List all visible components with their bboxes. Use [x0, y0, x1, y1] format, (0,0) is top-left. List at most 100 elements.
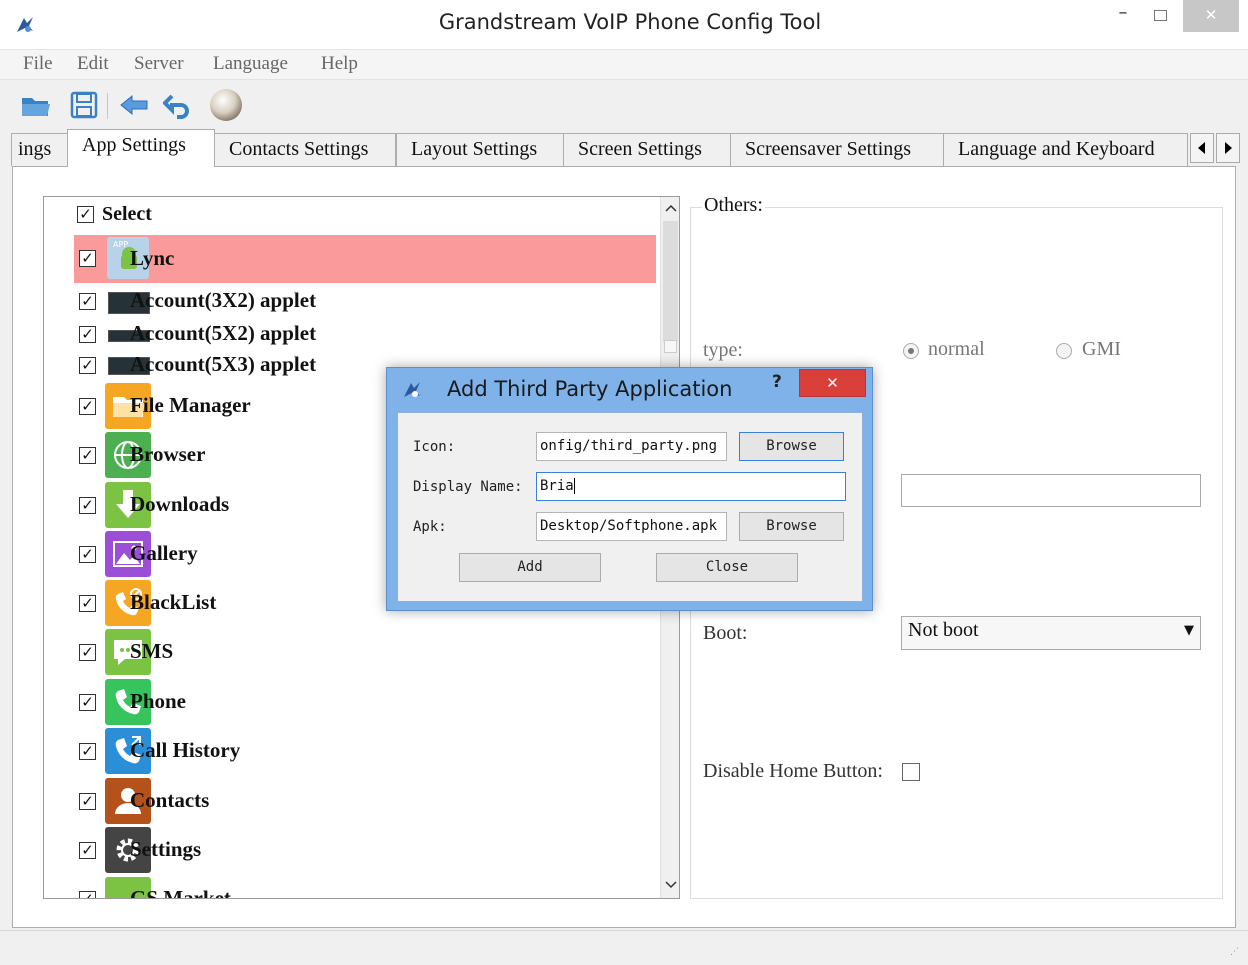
text-field[interactable]	[901, 474, 1201, 507]
tab-screen-settings[interactable]: Screen Settings	[563, 133, 731, 166]
display-name-input[interactable]: Bria	[536, 472, 846, 501]
phone-checkbox[interactable]: ✓	[79, 694, 96, 711]
contacts-checkbox[interactable]: ✓	[79, 793, 96, 810]
tab-app-settings[interactable]: App Settings	[67, 129, 215, 167]
tab-contacts-settings[interactable]: Contacts Settings	[214, 133, 396, 166]
status-bar: ⋰	[0, 930, 1248, 965]
tab-language-keyboard[interactable]: Language and Keyboard	[943, 133, 1188, 166]
list-item-label: SMS	[130, 639, 174, 663]
dialog-app-icon	[404, 382, 420, 397]
toolbar-separator	[107, 93, 108, 119]
gs-market-checkbox[interactable]: ✓	[79, 891, 96, 898]
settings-checkbox[interactable]: ✓	[79, 842, 96, 859]
menu-bar: File Edit Server Language Help	[0, 50, 1248, 80]
display-name-value: Bria	[540, 478, 574, 494]
icon-browse-button[interactable]: Browse	[739, 432, 844, 461]
maximize-button[interactable]	[1148, 6, 1172, 26]
type-gmi-label: GMI	[1082, 338, 1121, 360]
blacklist-checkbox[interactable]: ✓	[79, 595, 96, 612]
boot-label: Boot:	[703, 622, 748, 644]
add-button[interactable]: Add	[459, 553, 601, 582]
boot-select[interactable]: Not boot ▼	[901, 616, 1201, 650]
list-item-label: Contacts	[130, 788, 210, 812]
applet-5x2-checkbox[interactable]: ✓	[79, 326, 96, 343]
apk-path-input[interactable]: Desktop/Softphone.apk	[536, 512, 727, 541]
list-item-label: Downloads	[130, 492, 230, 516]
browser-checkbox[interactable]: ✓	[79, 447, 96, 464]
select-all-label: Select	[102, 203, 152, 225]
scrollbar-grip	[664, 340, 677, 353]
type-normal-radio[interactable]	[903, 343, 919, 359]
tab-bar: ings App Settings Contacts Settings Layo…	[0, 129, 1248, 167]
scroll-up-icon[interactable]	[665, 203, 677, 213]
icon-path-value: onfig/third_party.png	[540, 438, 718, 454]
dialog-close-button[interactable]: ✕	[799, 369, 866, 397]
tab-scroll-left-button[interactable]	[1190, 133, 1214, 163]
list-item-label: Account(5X2) applet	[130, 321, 317, 345]
disable-home-checkbox[interactable]	[902, 763, 920, 781]
list-item-label: Settings	[130, 837, 202, 861]
close-button[interactable]: ✕	[1183, 0, 1239, 32]
dialog-help-button[interactable]: ?	[772, 372, 782, 392]
list-item-label: File Manager	[130, 393, 251, 417]
menu-help[interactable]: Help	[321, 53, 358, 75]
back-arrow-icon[interactable]	[118, 90, 150, 120]
chevron-down-icon: ▼	[1184, 623, 1194, 638]
tab-screensaver-settings[interactable]: Screensaver Settings	[730, 133, 944, 166]
applet-3x2-checkbox[interactable]: ✓	[79, 293, 96, 310]
gallery-checkbox[interactable]: ✓	[79, 546, 96, 563]
list-item-label: Phone	[130, 689, 187, 713]
undo-icon[interactable]	[163, 90, 195, 120]
display-name-label: Display Name:	[413, 479, 523, 495]
menu-server[interactable]: Server	[134, 53, 184, 75]
menu-edit[interactable]: Edit	[77, 53, 109, 75]
apk-label: Apk:	[413, 519, 447, 535]
window-title: Grandstream VoIP Phone Config Tool	[438, 10, 822, 34]
select-all-row: ✓ Select	[44, 197, 664, 235]
list-item-label: Browser	[130, 442, 206, 466]
icon-path-input[interactable]: onfig/third_party.png	[536, 432, 727, 461]
sms-checkbox[interactable]: ✓	[79, 644, 96, 661]
svg-text:APP: APP	[113, 240, 128, 249]
scrollbar-thumb[interactable]	[663, 221, 678, 342]
apk-path-value: Desktop/Softphone.apk	[540, 518, 718, 534]
title-bar: Grandstream VoIP Phone Config Tool – ✕	[0, 0, 1248, 50]
chevron-left-icon	[1198, 142, 1205, 154]
open-folder-icon[interactable]	[20, 90, 52, 120]
save-icon[interactable]	[68, 90, 100, 120]
list-item-label: Account(3X2) applet	[130, 288, 317, 312]
list-item-label: BlackList	[130, 590, 217, 614]
menu-file[interactable]: File	[23, 53, 53, 75]
sphere-icon[interactable]	[208, 87, 244, 123]
add-third-party-dialog: Add Third Party Application ? ✕ Icon: on…	[386, 367, 873, 611]
disable-home-label: Disable Home Button:	[703, 760, 883, 782]
tab-settings-partial[interactable]: ings	[11, 133, 68, 166]
scroll-down-icon[interactable]	[665, 880, 677, 890]
type-gmi-radio[interactable]	[1056, 343, 1072, 359]
file-manager-checkbox[interactable]: ✓	[79, 398, 96, 415]
menu-language[interactable]: Language	[213, 53, 288, 75]
icon-label: Icon:	[413, 439, 456, 455]
dialog-body: Icon: onfig/third_party.png Browse Displ…	[397, 412, 863, 602]
toolbar	[0, 81, 1248, 129]
apk-browse-button[interactable]: Browse	[739, 512, 844, 541]
minimize-button[interactable]: –	[1108, 2, 1138, 30]
call-history-checkbox[interactable]: ✓	[79, 743, 96, 760]
resize-grip-icon[interactable]: ⋰	[1230, 947, 1242, 959]
select-all-checkbox[interactable]: ✓	[77, 206, 94, 223]
type-normal-label: normal	[928, 338, 985, 360]
applet-5x3-checkbox[interactable]: ✓	[79, 357, 96, 374]
list-item-label: GS Market	[130, 886, 231, 899]
others-legend: Others:	[702, 194, 765, 217]
close-dialog-button[interactable]: Close	[656, 553, 798, 582]
text-caret	[573, 478, 575, 494]
tab-scroll-right-button[interactable]	[1216, 133, 1240, 163]
lync-checkbox[interactable]: ✓	[79, 250, 96, 267]
chevron-right-icon	[1225, 142, 1232, 154]
list-item-label: Gallery	[130, 541, 198, 565]
tab-layout-settings[interactable]: Layout Settings	[396, 133, 564, 166]
list-item-label: Account(5X3) applet	[130, 352, 317, 376]
maximize-icon	[1153, 10, 1167, 21]
tab-scroll-arrows	[1190, 133, 1242, 163]
downloads-checkbox[interactable]: ✓	[79, 497, 96, 514]
